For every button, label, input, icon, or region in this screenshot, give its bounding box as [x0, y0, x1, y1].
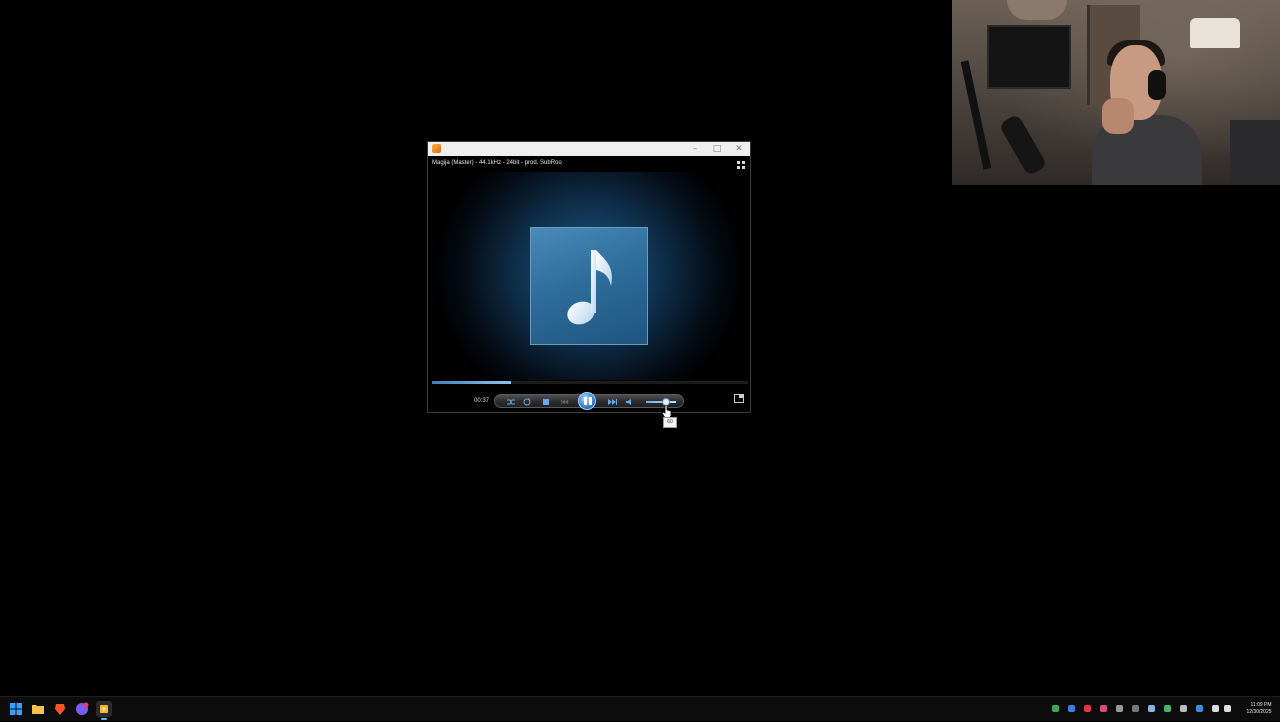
record-tray-icon[interactable] [1084, 705, 1091, 712]
view-toggle-icon[interactable] [737, 161, 745, 169]
now-playing-title: Magija (Master) - 44.1kHz - 24bit - prod… [432, 160, 562, 166]
taskbar-clock-date[interactable]: 12/30/2025 [1238, 709, 1280, 715]
repeat-icon[interactable] [523, 398, 531, 406]
switch-to-library-icon[interactable] [734, 394, 744, 403]
taskbar [0, 696, 1280, 721]
stop-icon[interactable] [542, 398, 550, 406]
album-art [530, 227, 648, 345]
file-explorer-icon[interactable] [30, 701, 46, 717]
start-icon[interactable] [8, 701, 24, 717]
security-tray-icon[interactable] [1148, 705, 1155, 712]
volume-slider[interactable] [646, 401, 676, 403]
shuffle-icon[interactable] [507, 398, 515, 406]
minimize-button[interactable]: – [688, 143, 702, 155]
media-player-icon[interactable] [96, 701, 112, 720]
media-player-window: – □ ✕ Magija (Master) - 44.1kHz - 24bit … [427, 141, 751, 413]
bluetooth-tray-icon[interactable] [1196, 705, 1203, 712]
mic-tray-icon[interactable] [1100, 705, 1107, 712]
time-elapsed: 00:37 [474, 398, 490, 404]
pause-icon[interactable] [578, 392, 596, 410]
window-titlebar[interactable]: – □ ✕ [428, 142, 750, 156]
seek-bar[interactable] [432, 381, 748, 384]
speaker-icon[interactable] [626, 398, 634, 406]
webcam-overlay [952, 0, 1280, 185]
close-button[interactable]: ✕ [732, 143, 746, 155]
next-icon[interactable] [607, 398, 617, 406]
previous-icon[interactable] [561, 398, 569, 406]
music-note-icon [567, 250, 612, 325]
volume-tooltip: 60 [663, 417, 677, 428]
now-playing-visualization [428, 172, 750, 380]
volume-tray-icon[interactable] [1224, 705, 1231, 712]
brave-browser-icon[interactable] [52, 701, 68, 717]
network-icon[interactable] [1212, 705, 1219, 712]
controller-tray-icon[interactable] [1116, 705, 1123, 712]
sync-tray-icon[interactable] [1132, 705, 1139, 712]
media-player-icon [432, 144, 441, 153]
taskbar-clock-time[interactable]: 11:09 PM [1242, 702, 1280, 708]
nvidia-tray-icon[interactable] [1052, 705, 1059, 712]
usb-tray-icon[interactable] [1180, 705, 1187, 712]
chat-app-icon[interactable] [74, 701, 90, 717]
seek-bar-progress [432, 381, 511, 384]
app-tray-icon[interactable] [1068, 705, 1075, 712]
maximize-button[interactable]: □ [710, 143, 724, 155]
status-tray-icon[interactable] [1164, 705, 1171, 712]
